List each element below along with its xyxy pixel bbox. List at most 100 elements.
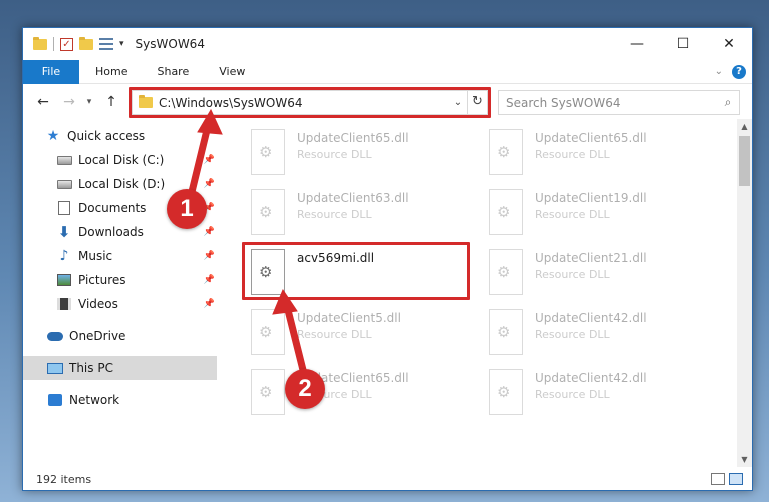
back-arrow-icon[interactable]: ← <box>33 94 53 110</box>
folder-icon[interactable] <box>33 36 47 50</box>
sidebar-item-label: Music <box>78 249 113 263</box>
item-count: 192 items <box>36 472 92 486</box>
file-name: UpdateClient42.dll <box>535 311 647 325</box>
tiles-view-icon[interactable] <box>729 473 743 485</box>
file-item[interactable]: ⚙ UpdateClient19.dll Resource DLL <box>483 185 711 239</box>
file-item[interactable]: ⚙ UpdateClient65.dll Resource DLL <box>483 125 711 179</box>
file-item[interactable]: ⚙ UpdateClient65.dll Resource DLL <box>245 365 473 419</box>
file-description: Resource DLL <box>535 328 610 341</box>
sidebar-item-label: Downloads <box>78 225 144 239</box>
dll-file-icon: ⚙ <box>489 369 523 415</box>
search-box[interactable]: Search SysWOW64 ⌕ <box>498 90 740 115</box>
file-description: Resource DLL <box>297 148 372 161</box>
scroll-up-icon[interactable]: ▲ <box>737 119 752 134</box>
callout-badge-2: 2 <box>285 369 325 409</box>
properties-icon[interactable]: ✓ <box>60 37 73 51</box>
dll-file-icon: ⚙ <box>489 309 523 355</box>
sidebar-item-label: Pictures <box>78 273 126 287</box>
file-item[interactable]: ⚙ UpdateClient42.dll Resource DLL <box>483 365 711 419</box>
dll-file-icon: ⚙ <box>489 129 523 175</box>
videos-icon <box>56 297 72 311</box>
scroll-down-icon[interactable]: ▼ <box>737 452 752 467</box>
details-view-icon[interactable] <box>711 473 725 485</box>
tab-share[interactable]: Share <box>142 60 204 84</box>
address-highlight-box <box>129 87 491 118</box>
new-folder-icon[interactable] <box>79 36 93 50</box>
sidebar-item-videos[interactable]: Videos 📌 <box>23 292 217 316</box>
drive-icon <box>56 177 72 191</box>
dll-file-icon: ⚙ <box>489 189 523 235</box>
window-title: SysWOW64 <box>135 37 205 51</box>
title-bar: ✓ ▾ SysWOW64 — ☐ ✕ <box>23 28 752 60</box>
file-item[interactable]: ⚙ UpdateClient21.dll Resource DLL <box>483 245 711 299</box>
callout-badge-1: 1 <box>167 189 207 229</box>
sidebar-item-label: Local Disk (D:) <box>78 177 166 191</box>
file-description: Resource DLL <box>297 328 372 341</box>
download-icon: ⬇ <box>57 223 71 241</box>
sidebar-item-onedrive[interactable]: OneDrive <box>23 324 217 348</box>
explorer-window: ✓ ▾ SysWOW64 — ☐ ✕ File Home Share View … <box>22 27 753 491</box>
navigation-bar: ← → ▾ ↑ C:\Windows\SysWOW64 ⌄ ↻ Search S… <box>23 85 752 119</box>
sidebar-item-label: OneDrive <box>69 329 126 343</box>
sidebar-item-this-pc[interactable]: This PC <box>23 356 217 380</box>
pin-icon[interactable]: 📌 <box>204 299 215 309</box>
file-name: UpdateClient19.dll <box>535 191 647 205</box>
toolbar-divider <box>53 37 54 51</box>
view-list-icon[interactable] <box>99 38 113 50</box>
forward-arrow-icon[interactable]: → <box>59 94 79 110</box>
file-name: UpdateClient65.dll <box>535 131 647 145</box>
sidebar-item-label: Videos <box>78 297 118 311</box>
recent-locations-chevron-icon[interactable]: ▾ <box>83 97 95 107</box>
pin-icon[interactable]: 📌 <box>204 275 215 285</box>
tab-view[interactable]: View <box>204 60 260 84</box>
navigation-pane: ★ Quick access Local Disk (C:) 📌 Local D… <box>23 124 217 464</box>
file-name: UpdateClient63.dll <box>297 191 409 205</box>
pictures-icon <box>56 273 72 287</box>
sidebar-item-local-disk-c[interactable]: Local Disk (C:) 📌 <box>23 148 217 172</box>
pin-icon[interactable]: 📌 <box>204 155 215 165</box>
tab-home[interactable]: Home <box>79 60 142 84</box>
customize-chevron-icon[interactable]: ▾ <box>119 39 124 49</box>
file-name: UpdateClient65.dll <box>297 131 409 145</box>
sidebar-item-pictures[interactable]: Pictures 📌 <box>23 268 217 292</box>
tab-file[interactable]: File <box>23 59 79 84</box>
file-item[interactable]: ⚙ UpdateClient63.dll Resource DLL <box>245 185 473 239</box>
file-description: Resource DLL <box>297 208 372 221</box>
scrollbar-thumb[interactable] <box>739 136 750 186</box>
pin-icon[interactable]: 📌 <box>204 179 215 189</box>
search-icon[interactable]: ⌕ <box>717 95 739 110</box>
file-list: ⚙ UpdateClient65.dll Resource DLL ⚙ Updat… <box>219 121 735 463</box>
cloud-icon <box>47 329 63 343</box>
sidebar-item-label: Documents <box>78 201 147 215</box>
help-icon[interactable]: ? <box>732 64 746 79</box>
minimize-button[interactable]: — <box>614 28 660 60</box>
ribbon-tabs: File Home Share View ⌄ ? <box>23 59 752 84</box>
sidebar-item-quick-access[interactable]: ★ Quick access <box>23 124 217 148</box>
file-name: UpdateClient21.dll <box>535 251 647 265</box>
maximize-button[interactable]: ☐ <box>660 28 706 60</box>
dll-file-icon: ⚙ <box>251 129 285 175</box>
file-item[interactable]: ⚙ UpdateClient65.dll Resource DLL <box>245 125 473 179</box>
network-icon <box>47 393 63 407</box>
quick-access-toolbar: ✓ ▾ <box>23 36 124 51</box>
sidebar-item-network[interactable]: Network <box>23 388 217 412</box>
up-arrow-icon[interactable]: ↑ <box>101 94 121 110</box>
file-name: UpdateClient5.dll <box>297 311 401 325</box>
dll-file-icon: ⚙ <box>251 309 285 355</box>
file-highlight-box <box>242 242 470 300</box>
sidebar-item-label: Network <box>69 393 120 407</box>
vertical-scrollbar[interactable]: ▲ ▼ <box>737 119 752 467</box>
file-item[interactable]: ⚙ UpdateClient5.dll Resource DLL <box>245 305 473 359</box>
pin-icon[interactable]: 📌 <box>204 227 215 237</box>
dll-file-icon: ⚙ <box>489 249 523 295</box>
file-item[interactable]: ⚙ UpdateClient42.dll Resource DLL <box>483 305 711 359</box>
pin-icon[interactable]: 📌 <box>204 251 215 261</box>
computer-icon <box>47 361 63 375</box>
expand-ribbon-chevron-icon[interactable]: ⌄ <box>715 66 723 77</box>
dll-file-icon: ⚙ <box>251 369 285 415</box>
close-button[interactable]: ✕ <box>706 28 752 60</box>
sidebar-item-music[interactable]: ♪ Music 📌 <box>23 244 217 268</box>
file-name: UpdateClient42.dll <box>535 371 647 385</box>
search-placeholder: Search SysWOW64 <box>506 95 621 110</box>
file-description: Resource DLL <box>535 388 610 401</box>
